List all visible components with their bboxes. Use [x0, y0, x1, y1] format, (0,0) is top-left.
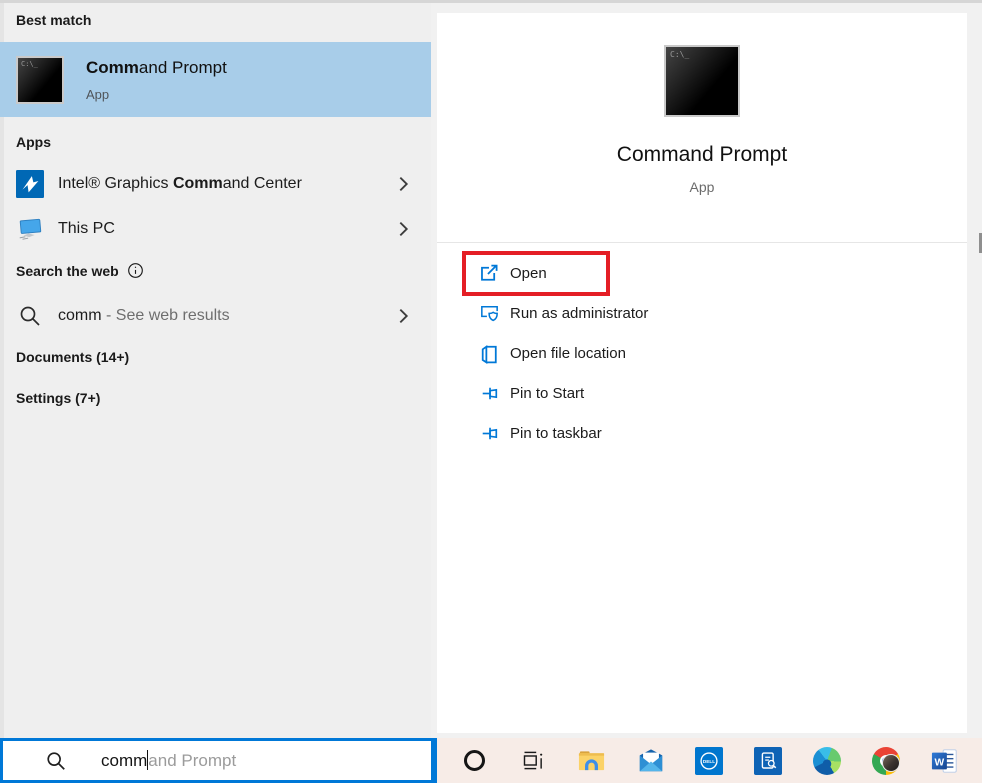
svg-text:W: W	[934, 757, 944, 768]
info-icon[interactable]	[127, 262, 144, 279]
intel-graphics-icon	[16, 170, 44, 198]
cortana-icon[interactable]	[459, 746, 489, 776]
apps-header: Apps	[16, 134, 51, 150]
open-file-location-icon	[478, 342, 501, 365]
action-open-file-location[interactable]: Open file location	[437, 333, 967, 373]
best-match-header: Best match	[16, 12, 91, 28]
web-search-result-comm[interactable]: comm - See web results	[0, 293, 431, 339]
command-prompt-icon: C:\_	[16, 56, 64, 104]
action-open[interactable]: Open	[437, 253, 967, 293]
action-pin-to-start[interactable]: Pin to Start	[437, 373, 967, 413]
chrome-profile-avatar	[882, 754, 900, 772]
pin-icon	[478, 422, 501, 445]
settings-group-header[interactable]: Settings (7+)	[16, 390, 100, 406]
chevron-right-icon[interactable]	[398, 221, 409, 238]
edge-icon[interactable]	[812, 746, 842, 776]
run-as-admin-icon	[478, 302, 501, 325]
app-title: Command Prompt	[437, 143, 967, 167]
best-match-result-command-prompt[interactable]: C:\_ Command Prompt App	[0, 42, 431, 117]
inline-suggestion: and Prompt	[148, 751, 236, 770]
windows-search-flyout: Best match C:\_ Command Prompt App Apps …	[0, 0, 982, 783]
chevron-right-icon[interactable]	[398, 308, 409, 325]
command-prompt-icon-large: C:\_	[664, 45, 740, 117]
chevron-right-icon[interactable]	[398, 176, 409, 193]
pin-icon	[478, 382, 501, 405]
file-explorer-icon[interactable]	[577, 746, 607, 776]
taskbar-search-input[interactable]: command Prompt	[0, 738, 437, 783]
search-the-web-header: Search the web	[16, 262, 144, 279]
this-pc-icon	[16, 215, 44, 243]
chrome-icon[interactable]	[871, 746, 901, 776]
search-icon	[45, 750, 67, 772]
app-result-this-pc[interactable]: This PC	[0, 206, 431, 252]
task-view-icon[interactable]	[518, 746, 548, 776]
result-title: Command Prompt	[86, 58, 227, 78]
app-summary: C:\_ Command Prompt App	[437, 13, 967, 243]
window-top-edge	[0, 0, 982, 3]
search-results-panel: Best match C:\_ Command Prompt App Apps …	[0, 0, 431, 738]
dell-supportassist-icon[interactable]	[753, 746, 783, 776]
word-icon[interactable]: W	[930, 746, 960, 776]
svg-text:DELL: DELL	[703, 759, 715, 764]
app-type-label: App	[437, 179, 967, 195]
preview-panel: C:\_ Command Prompt App Open Run as admi…	[431, 0, 982, 738]
documents-group-header[interactable]: Documents (14+)	[16, 349, 129, 365]
action-run-as-administrator[interactable]: Run as administrator	[437, 293, 967, 333]
open-icon	[478, 262, 501, 285]
taskbar: DELL W	[437, 738, 982, 783]
mail-icon[interactable]	[636, 746, 666, 776]
app-result-intel-graphics-command-center[interactable]: Intel® Graphics Command Center	[0, 161, 431, 207]
result-type: App	[86, 87, 227, 102]
search-icon	[16, 302, 44, 330]
action-pin-to-taskbar[interactable]: Pin to taskbar	[437, 413, 967, 453]
search-query-text: command Prompt	[101, 750, 236, 771]
preview-card: C:\_ Command Prompt App Open Run as admi…	[437, 13, 967, 733]
dell-icon[interactable]: DELL	[694, 746, 724, 776]
